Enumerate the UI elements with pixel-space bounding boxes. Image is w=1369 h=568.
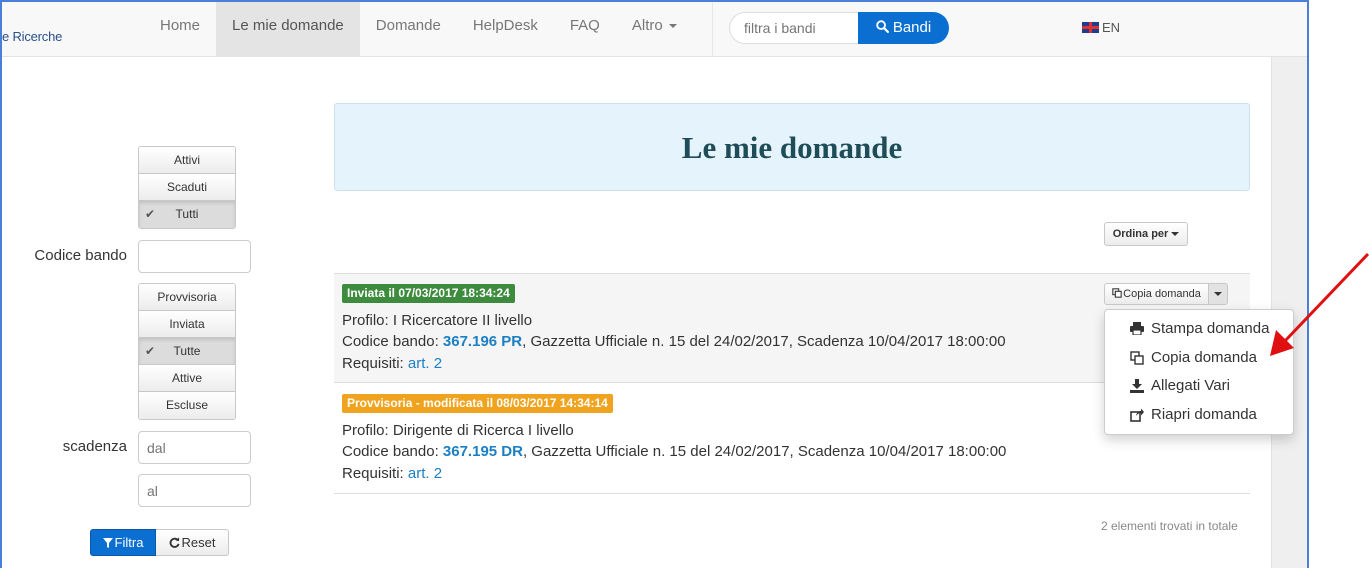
nav-altro[interactable]: Altro <box>616 2 693 57</box>
menu-item-label: Allegati Vari <box>1151 377 1230 394</box>
requisiti-line: Requisiti: art. 2 <box>342 355 442 372</box>
requisiti-prefix: Requisiti: <box>342 465 408 482</box>
profilo-value: Dirigente di Ricerca I livello <box>392 422 574 439</box>
actions-dropdown-toggle[interactable] <box>1208 283 1228 305</box>
main-nav: Home Le mie domande Domande HelpDesk FAQ… <box>144 2 693 57</box>
menu-item-label: Copia domanda <box>1151 348 1257 366</box>
chevron-down-icon <box>668 24 677 29</box>
status-badge: Inviata il 07/03/2017 18:34:24 <box>342 284 515 303</box>
copy-button-label: Copia domanda <box>1123 288 1201 300</box>
check-icon: ✔ <box>145 207 156 221</box>
requisiti-prefix: Requisiti: <box>342 355 408 372</box>
share-icon <box>1130 408 1144 422</box>
language-label: EN <box>1102 20 1121 35</box>
navbar: e Ricerche Home Le mie domande Domande H… <box>2 2 1307 57</box>
sort-button[interactable]: Ordina per <box>1104 222 1188 246</box>
sort-label: Ordina per <box>1112 228 1169 240</box>
search-input[interactable] <box>729 12 859 44</box>
profilo-prefix: Profilo: <box>342 312 393 329</box>
nav-divider <box>712 2 713 57</box>
filter-tutte-label: Tutte <box>173 344 201 358</box>
filter-attivi[interactable]: Attivi <box>139 147 235 174</box>
codice-prefix: Codice bando: <box>342 443 443 460</box>
search-bandi-button[interactable]: Bandi <box>858 12 949 44</box>
filtra-label: Filtra <box>114 535 144 550</box>
browser-frame: e Ricerche Home Le mie domande Domande H… <box>0 0 1309 568</box>
profilo-line: Profilo: Dirigente di Ricerca I livello <box>342 422 574 439</box>
filter-scaduti[interactable]: Scaduti <box>139 174 235 201</box>
results-count: 2 elementi trovati in totale <box>1101 519 1238 533</box>
uk-flag-icon <box>1082 22 1099 33</box>
profilo-prefix: Profilo: <box>342 422 393 439</box>
filter-icon <box>102 538 113 548</box>
nav-home[interactable]: Home <box>144 2 216 57</box>
profilo-line: Profilo: I Ricercatore II livello <box>342 312 532 329</box>
page-header: Le mie domande <box>334 103 1250 191</box>
menu-riapri-domanda[interactable]: Riapri domanda <box>1105 401 1293 430</box>
refresh-icon <box>169 537 180 548</box>
requisiti-link[interactable]: art. 2 <box>408 355 442 372</box>
search-button-label: Bandi <box>892 19 932 36</box>
nav-faq[interactable]: FAQ <box>554 2 616 57</box>
codice-bando-label: Codice bando <box>34 247 127 264</box>
reset-button[interactable]: Reset <box>156 529 229 556</box>
codice-bando-input[interactable] <box>138 240 251 273</box>
nav-helpdesk[interactable]: HelpDesk <box>457 2 554 57</box>
menu-item-label: Riapri domanda <box>1151 405 1257 423</box>
state-filter-group: Provvisoria Inviata ✔ Tutte Attive Esclus… <box>138 283 236 420</box>
codice-line: Codice bando: 367.196 PR, Gazzetta Uffic… <box>342 333 1006 350</box>
codice-value: 367.196 PR <box>442 333 523 350</box>
chevron-down-icon <box>1171 232 1180 237</box>
copy-icon <box>1130 350 1144 365</box>
copy-application-button[interactable]: Copia domanda <box>1104 283 1209 305</box>
filter-tutti[interactable]: ✔ Tutti <box>139 201 235 228</box>
filter-provvisoria[interactable]: Provvisoria <box>139 284 235 311</box>
requisiti-link[interactable]: art. 2 <box>408 465 442 482</box>
filter-inviata[interactable]: Inviata <box>139 311 235 338</box>
codice-details: , Gazzetta Ufficiale n. 15 del 24/02/201… <box>522 333 1006 350</box>
nav-le-mie-domande[interactable]: Le mie domande <box>216 2 360 57</box>
requisiti-line: Requisiti: art. 2 <box>342 465 442 482</box>
menu-item-label: Stampa domanda <box>1151 320 1270 337</box>
brand-logo[interactable]: e Ricerche <box>2 29 62 44</box>
filter-attive[interactable]: Attive <box>139 365 235 392</box>
filter-escluse[interactable]: Escluse <box>139 392 235 419</box>
print-icon <box>1130 322 1144 335</box>
page-title: Le mie domande <box>681 130 903 165</box>
chevron-down-icon <box>1214 292 1222 296</box>
filter-tutti-label: Tutti <box>175 207 199 221</box>
status-filter-group: Attivi Scaduti ✔ Tutti <box>138 146 236 229</box>
reset-label: Reset <box>181 535 216 550</box>
filtra-button[interactable]: Filtra <box>90 529 156 556</box>
scadenza-al-input[interactable] <box>138 474 251 507</box>
menu-allegati-vari[interactable]: Allegati Vari <box>1105 372 1293 401</box>
scadenza-dal-input[interactable] <box>138 431 251 464</box>
copy-icon <box>1112 288 1122 298</box>
codice-line: Codice bando: 367.195 DR, Gazzetta Uffic… <box>342 443 1006 460</box>
download-icon <box>1130 379 1144 393</box>
nav-altro-label: Altro <box>631 17 663 34</box>
status-badge: Provvisoria - modificata il 08/03/2017 1… <box>342 394 613 413</box>
profilo-value: I Ricercatore II livello <box>392 312 533 329</box>
language-switch[interactable]: EN <box>1082 20 1120 35</box>
codice-prefix: Codice bando: <box>342 333 443 350</box>
codice-details: , Gazzetta Ufficiale n. 15 del 24/02/201… <box>522 443 1007 460</box>
codice-value: 367.195 DR <box>442 443 523 460</box>
search-icon <box>876 20 889 34</box>
scadenza-label: scadenza <box>62 438 127 455</box>
nav-domande[interactable]: Domande <box>360 2 457 57</box>
filter-tutte[interactable]: ✔ Tutte <box>139 338 235 365</box>
annotation-arrow-icon <box>1270 252 1369 356</box>
check-icon: ✔ <box>145 344 156 358</box>
